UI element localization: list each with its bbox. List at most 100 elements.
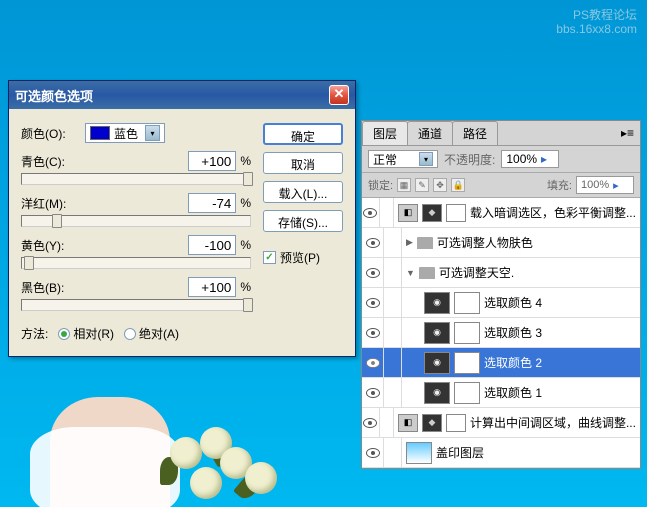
visibility-eye-icon[interactable] bbox=[366, 358, 380, 368]
mask-thumb[interactable] bbox=[454, 382, 480, 404]
color-label: 颜色(O): bbox=[21, 125, 79, 142]
selective-color-thumb[interactable]: ◉ bbox=[424, 352, 450, 374]
lock-label: 锁定: bbox=[368, 177, 393, 193]
lock-all-icon[interactable]: 🔒 bbox=[451, 178, 465, 192]
link-column[interactable] bbox=[384, 318, 402, 347]
layer-label[interactable]: 选取颜色 2 bbox=[484, 354, 542, 371]
method-relative-radio[interactable]: 相对(R) bbox=[58, 325, 114, 342]
lock-position-icon[interactable]: ✥ bbox=[433, 178, 447, 192]
layer-row[interactable]: ◧ ◆ 计算出中间调区域，曲线调整... bbox=[362, 408, 640, 438]
chevron-down-icon[interactable]: ▾ bbox=[419, 152, 433, 166]
layer-row[interactable]: ◉ 选取颜色 3 bbox=[362, 318, 640, 348]
slider-thumb[interactable] bbox=[243, 298, 253, 312]
adjustment-thumb[interactable]: ◧ bbox=[398, 204, 418, 222]
slider-thumb[interactable] bbox=[24, 256, 34, 270]
mask-thumb[interactable] bbox=[454, 292, 480, 314]
layer-label[interactable]: 载入暗调选区，色彩平衡调整... bbox=[470, 204, 636, 221]
link-column[interactable] bbox=[384, 228, 402, 257]
link-column[interactable] bbox=[380, 408, 394, 437]
adjustment-thumb[interactable]: ◧ bbox=[398, 414, 418, 432]
slider-value-input[interactable] bbox=[188, 277, 236, 297]
layer-thumb[interactable] bbox=[406, 442, 432, 464]
visibility-eye-icon[interactable] bbox=[366, 238, 380, 248]
method-absolute-radio[interactable]: 绝对(A) bbox=[124, 325, 179, 342]
selective-color-thumb[interactable]: ◉ bbox=[424, 322, 450, 344]
dialog-title: 可选颜色选项 bbox=[15, 86, 93, 105]
link-column[interactable] bbox=[384, 348, 402, 377]
preview-label: 预览(P) bbox=[280, 249, 320, 266]
link-column[interactable] bbox=[384, 258, 402, 287]
layer-row[interactable]: ◉ 选取颜色 1 bbox=[362, 378, 640, 408]
visibility-eye-icon[interactable] bbox=[366, 388, 380, 398]
slider-track[interactable] bbox=[21, 299, 251, 311]
arrow-right-icon[interactable]: ▸ bbox=[541, 152, 547, 166]
mask-thumb[interactable] bbox=[454, 352, 480, 374]
slider-value-input[interactable] bbox=[188, 193, 236, 213]
layer-row[interactable]: ▶ 可选调整人物肤色 bbox=[362, 228, 640, 258]
mask-thumb[interactable] bbox=[446, 414, 466, 432]
layer-row[interactable]: ◧ ◆ 载入暗调选区，色彩平衡调整... bbox=[362, 198, 640, 228]
percent-label: % bbox=[240, 154, 251, 168]
lock-paint-icon[interactable]: ✎ bbox=[415, 178, 429, 192]
tab-channels[interactable]: 通道 bbox=[407, 121, 453, 145]
layer-label[interactable]: 选取颜色 4 bbox=[484, 294, 542, 311]
link-column[interactable] bbox=[384, 378, 402, 407]
link-column[interactable] bbox=[384, 288, 402, 317]
slider-track[interactable] bbox=[21, 215, 251, 227]
arrow-right-icon[interactable]: ▸ bbox=[613, 179, 619, 192]
save-button[interactable]: 存储(S)... bbox=[263, 210, 343, 232]
link-column[interactable] bbox=[384, 438, 402, 467]
blend-mode-dropdown[interactable]: 正常 ▾ bbox=[368, 150, 438, 168]
color-dropdown[interactable]: 蓝色 ▾ bbox=[85, 123, 165, 143]
preview-checkbox[interactable]: ✓ bbox=[263, 251, 276, 264]
visibility-eye-icon[interactable] bbox=[366, 298, 380, 308]
cancel-button[interactable]: 取消 bbox=[263, 152, 343, 174]
layer-label[interactable]: 计算出中间调区域，曲线调整... bbox=[470, 414, 636, 431]
disclosure-triangle-icon[interactable]: ▼ bbox=[406, 268, 415, 278]
opacity-input[interactable]: 100% ▸ bbox=[501, 150, 559, 168]
visibility-eye-icon[interactable] bbox=[366, 328, 380, 338]
visibility-eye-icon[interactable] bbox=[366, 448, 380, 458]
selective-color-thumb[interactable]: ◉ bbox=[424, 292, 450, 314]
slider-track[interactable] bbox=[21, 173, 251, 185]
selective-color-thumb[interactable]: ◉ bbox=[424, 382, 450, 404]
slider-thumb[interactable] bbox=[52, 214, 62, 228]
layer-label[interactable]: 盖印图层 bbox=[436, 444, 484, 461]
mask-thumb[interactable] bbox=[454, 322, 480, 344]
visibility-eye-icon[interactable] bbox=[366, 268, 380, 278]
lock-transparency-icon[interactable]: ▦ bbox=[397, 178, 411, 192]
layer-row[interactable]: 盖印图层 bbox=[362, 438, 640, 468]
dialog-titlebar[interactable]: 可选颜色选项 ✕ bbox=[9, 81, 355, 109]
panel-menu-icon[interactable]: ▸≡ bbox=[615, 126, 640, 140]
watermark: PS教程论坛 bbs.16xx8.com bbox=[556, 8, 637, 36]
slider-label: 黑色(B): bbox=[21, 279, 188, 296]
load-button[interactable]: 载入(L)... bbox=[263, 181, 343, 203]
slider-value-input[interactable] bbox=[188, 151, 236, 171]
layer-label[interactable]: 可选调整人物肤色 bbox=[437, 234, 533, 251]
visibility-eye-icon[interactable] bbox=[363, 418, 377, 428]
opacity-label: 不透明度: bbox=[444, 151, 495, 168]
slider-thumb[interactable] bbox=[243, 172, 253, 186]
fill-input[interactable]: 100% ▸ bbox=[576, 176, 634, 194]
mask-thumb[interactable]: ◆ bbox=[422, 414, 442, 432]
ok-button[interactable]: 确定 bbox=[263, 123, 343, 145]
link-column[interactable] bbox=[380, 198, 394, 227]
layer-label[interactable]: 可选调整天空. bbox=[439, 264, 514, 281]
visibility-eye-icon[interactable] bbox=[363, 208, 377, 218]
slider-value-input[interactable] bbox=[188, 235, 236, 255]
layer-row[interactable]: ◉ 选取颜色 2 bbox=[362, 348, 640, 378]
layer-row[interactable]: ▼ 可选调整天空. bbox=[362, 258, 640, 288]
tab-paths[interactable]: 路径 bbox=[452, 121, 498, 145]
tab-layers[interactable]: 图层 bbox=[362, 121, 408, 145]
close-button[interactable]: ✕ bbox=[329, 85, 349, 105]
layer-row[interactable]: ◉ 选取颜色 4 bbox=[362, 288, 640, 318]
slider-track[interactable] bbox=[21, 257, 251, 269]
mask-thumb[interactable] bbox=[446, 204, 466, 222]
layer-label[interactable]: 选取颜色 3 bbox=[484, 324, 542, 341]
chevron-down-icon[interactable]: ▾ bbox=[145, 125, 160, 141]
disclosure-triangle-icon[interactable]: ▶ bbox=[406, 237, 413, 248]
method-label: 方法: bbox=[21, 325, 48, 342]
mask-thumb[interactable]: ◆ bbox=[422, 204, 442, 222]
layer-label[interactable]: 选取颜色 1 bbox=[484, 384, 542, 401]
background-photo bbox=[0, 397, 330, 507]
